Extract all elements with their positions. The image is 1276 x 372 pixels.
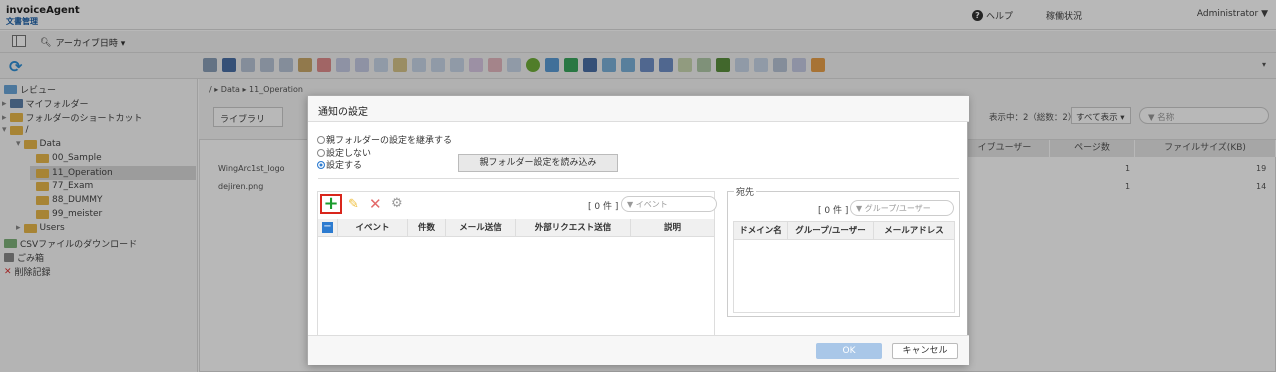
- radio-unchecked-icon: [317, 135, 325, 144]
- column-header-email[interactable]: メールアドレス: [874, 222, 954, 240]
- recipients-legend: 宛先: [734, 185, 757, 198]
- add-event-button[interactable]: +: [320, 194, 342, 214]
- dialog-title: 通知の設定: [308, 96, 969, 122]
- column-header-group-user[interactable]: グループ/ユーザー: [788, 222, 874, 240]
- notification-settings-dialog: 通知の設定 親フォルダーの設定を継承する 設定しない 設定する 親フォルダー設定…: [307, 95, 969, 365]
- column-header-domain[interactable]: ドメイン名: [734, 222, 788, 240]
- events-panel: + ✎ ✕ ⚙ [ 0 件 ] ▼ イベント − イベント 件数 メール送信 外…: [317, 191, 717, 355]
- column-header-external-request[interactable]: 外部リクエスト送信: [516, 219, 631, 237]
- event-count: [ 0 件 ]: [588, 202, 619, 212]
- column-header-count[interactable]: 件数: [408, 219, 446, 237]
- cancel-button[interactable]: キャンセル: [892, 343, 958, 359]
- select-all-checkbox[interactable]: −: [322, 222, 333, 233]
- load-parent-settings-button[interactable]: 親フォルダー設定を読み込み: [458, 154, 618, 172]
- recipients-panel: [ 0 件 ] ▼ グループ/ユーザー ドメイン名 グループ/ユーザー メールア…: [727, 191, 960, 317]
- ok-button[interactable]: OK: [816, 343, 882, 359]
- radio-set[interactable]: 設定する: [317, 158, 362, 171]
- delete-event-icon[interactable]: ✕: [369, 195, 382, 213]
- recipient-grid: ドメイン名 グループ/ユーザー メールアドレス: [733, 221, 955, 313]
- column-header-mail[interactable]: メール送信: [446, 219, 516, 237]
- column-header-description[interactable]: 説明: [631, 219, 714, 237]
- radio-inherit[interactable]: 親フォルダーの設定を継承する: [317, 133, 452, 146]
- dialog-footer: OK キャンセル: [308, 335, 969, 365]
- edit-pencil-icon[interactable]: ✎: [348, 197, 359, 212]
- event-filter-input[interactable]: ▼ イベント: [621, 196, 717, 212]
- radio-checked-icon: [317, 160, 325, 169]
- recipient-filter-input[interactable]: ▼ グループ/ユーザー: [850, 200, 954, 216]
- settings-gear-icon[interactable]: ⚙: [391, 196, 403, 211]
- divider: [318, 178, 959, 179]
- recipient-count: [ 0 件 ]: [818, 206, 849, 216]
- column-header-event[interactable]: イベント: [338, 219, 408, 237]
- radio-unchecked-icon: [317, 148, 325, 157]
